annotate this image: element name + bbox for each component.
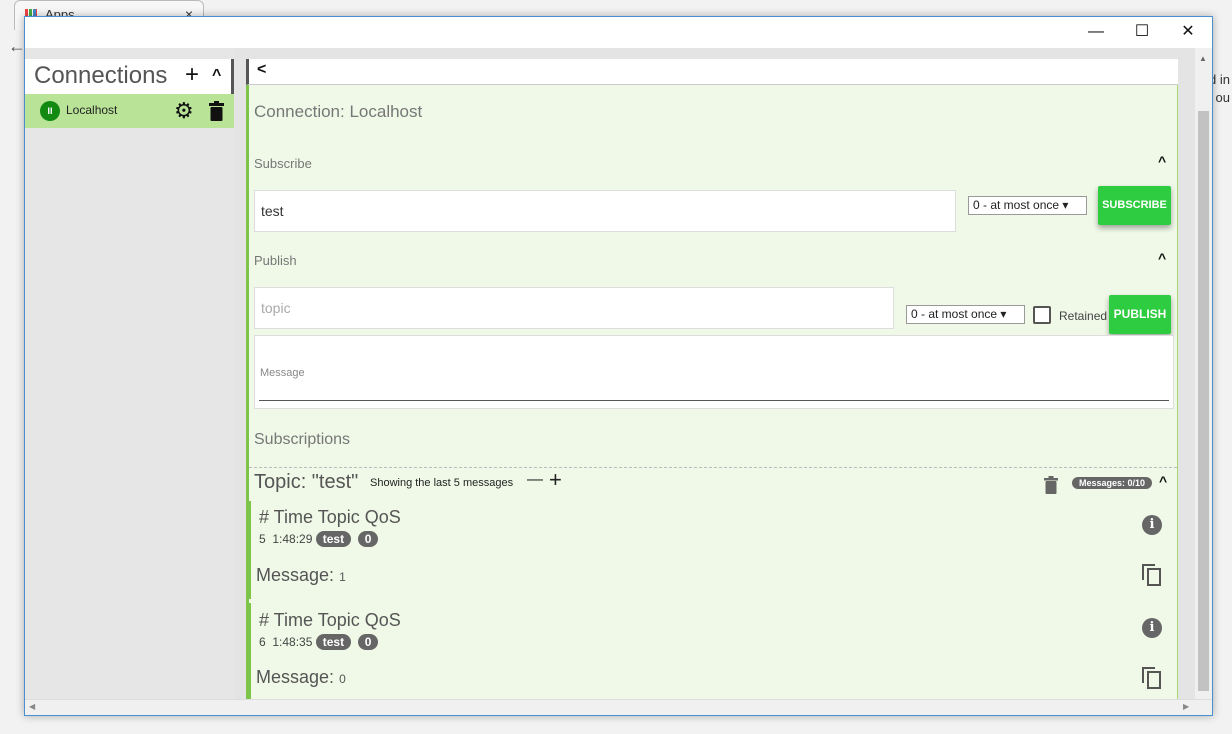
qos-badge: 0 [357, 634, 379, 650]
subscribe-qos-select[interactable]: 0 - at most once ▾ [968, 196, 1087, 215]
message-textarea[interactable]: Message [254, 335, 1174, 409]
subscribe-label: Subscribe [254, 156, 312, 171]
scroll-left-arrow[interactable]: ◀ [29, 702, 35, 711]
retained-label: Retained [1059, 309, 1108, 323]
message-placeholder: Message [260, 367, 305, 379]
app-window: — ☐ ✕ Connections + ^ II Localhost ⚙ < C… [24, 16, 1213, 716]
scroll-up-arrow[interactable]: ▲ [1199, 54, 1207, 63]
info-icon[interactable]: i [1142, 515, 1162, 535]
copy-icon[interactable] [1142, 667, 1162, 689]
topic-title: Topic: "test" [254, 471, 359, 493]
message-card: # Time Topic QoS 6 1:48:35 test 0 Messag… [247, 603, 1177, 699]
decrease-button[interactable]: — [527, 471, 543, 489]
select-value: 0 - at most once [911, 307, 998, 321]
scroll-right-arrow[interactable]: ▶ [1183, 702, 1189, 711]
message-label: Message: [256, 667, 335, 687]
message-body: Message: 0 [256, 667, 346, 688]
collapse-icon[interactable]: ^ [212, 67, 221, 85]
trash-icon[interactable] [209, 101, 224, 121]
message-value: 0 [339, 672, 346, 686]
connection-item-localhost[interactable]: II Localhost ⚙ [25, 94, 234, 128]
message-time: 1:48:35 [272, 635, 313, 649]
message-meta: 6 1:48:35 test 0 [259, 634, 379, 650]
message-header: # Time Topic QoS [259, 610, 401, 630]
retained-checkbox[interactable] [1033, 306, 1051, 324]
connection-title: Connection: Localhost [254, 102, 423, 121]
chevron-up-icon[interactable]: ^ [1158, 250, 1166, 266]
topic-badge: test [315, 531, 352, 547]
add-connection-icon[interactable]: + [185, 61, 199, 89]
scrollbar-thumb[interactable] [1198, 111, 1209, 691]
publish-topic-input[interactable]: topic [254, 287, 894, 329]
copy-icon[interactable] [1142, 564, 1162, 586]
trash-icon[interactable] [1044, 476, 1058, 494]
connections-title: Connections [34, 62, 168, 89]
subscriptions-title: Subscriptions [254, 431, 351, 448]
messages-count-badge: Messages: 0/10 [1072, 477, 1153, 489]
message-meta: 5 1:48:29 test 0 [259, 531, 379, 547]
maximize-button[interactable]: ☐ [1119, 17, 1165, 47]
message-body: Message: 1 [256, 565, 346, 586]
info-icon[interactable]: i [1142, 618, 1162, 638]
message-value: 1 [339, 570, 346, 584]
message-card: # Time Topic QoS 5 1:48:29 test 0 Messag… [247, 501, 1177, 599]
pause-icon[interactable]: II [40, 101, 60, 121]
subscribe-button[interactable]: SUBSCRIBE [1098, 186, 1171, 225]
minimize-button[interactable]: — [1073, 17, 1119, 47]
select-value: 0 - at most once [973, 198, 1060, 212]
publish-button[interactable]: PUBLISH [1109, 295, 1171, 334]
message-number: 5 [259, 532, 266, 546]
gear-icon[interactable]: ⚙ [174, 98, 194, 124]
connection-name: Localhost [66, 103, 118, 117]
close-button[interactable]: ✕ [1165, 17, 1211, 47]
qos-badge: 0 [357, 531, 379, 547]
chevron-up-icon[interactable]: ^ [1158, 153, 1166, 169]
message-label: Message: [256, 565, 335, 585]
increase-button[interactable]: + [549, 467, 562, 493]
textarea-underline [259, 400, 1169, 401]
message-number: 6 [259, 635, 266, 649]
publish-qos-select[interactable]: 0 - at most once ▾ [906, 305, 1025, 324]
connection-panel: Connection: Localhost Subscribe ^ test 0… [246, 85, 1178, 699]
app-content: Connections + ^ II Localhost ⚙ < Connect… [25, 48, 1195, 699]
message-time: 1:48:29 [272, 532, 313, 546]
publish-label: Publish [254, 253, 297, 268]
divider [249, 467, 1177, 468]
showing-text: Showing the last 5 messages [370, 477, 514, 489]
main-panel: < Connection: Localhost Subscribe ^ test… [246, 59, 1178, 699]
subscribe-topic-input[interactable]: test [254, 190, 956, 232]
horizontal-scrollbar[interactable]: ◀ ▶ [25, 699, 1212, 715]
connections-header: Connections + ^ [25, 59, 234, 94]
chevron-up-icon[interactable]: ^ [1159, 473, 1167, 489]
back-button[interactable]: < [246, 59, 1178, 85]
sidebar: Connections + ^ II Localhost ⚙ [25, 48, 235, 699]
vertical-scrollbar[interactable]: ▲ [1195, 48, 1212, 699]
topic-badge: test [315, 634, 352, 650]
message-header: # Time Topic QoS [259, 507, 401, 527]
